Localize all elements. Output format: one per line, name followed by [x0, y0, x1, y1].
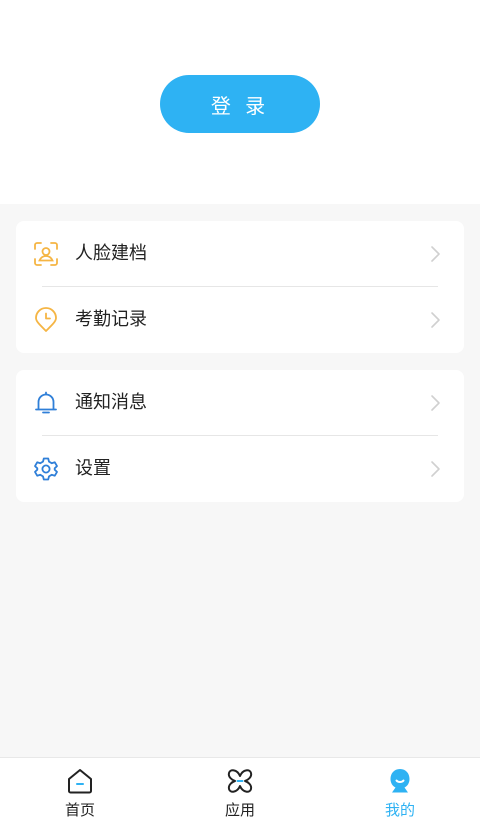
home-icon — [66, 767, 94, 795]
tab-home[interactable]: 首页 — [0, 758, 160, 825]
menu-item-face-profile[interactable]: 人脸建档 — [16, 221, 464, 287]
menu-item-notifications[interactable]: 通知消息 — [16, 370, 464, 436]
gear-icon — [33, 456, 59, 482]
menu-item-label: 考勤记录 — [75, 309, 147, 330]
bell-icon — [33, 390, 59, 416]
clock-icon — [33, 307, 59, 333]
face-profile-icon — [33, 241, 59, 267]
menu-item-label: 设置 — [75, 458, 111, 479]
menu-item-label: 人脸建档 — [75, 243, 147, 264]
bottom-tab-bar: 首页 应用 我的 — [0, 757, 480, 825]
tab-label: 首页 — [64, 801, 95, 819]
chevron-right-icon — [428, 245, 442, 263]
profile-icon — [386, 767, 414, 795]
menu-card-system: 通知消息 设置 — [16, 370, 464, 502]
menu-card-attendance: 人脸建档 考勤记录 — [16, 221, 464, 353]
menu-item-label: 通知消息 — [75, 392, 147, 413]
menu-item-attendance-record[interactable]: 考勤记录 — [16, 287, 464, 353]
tab-mine[interactable]: 我的 — [320, 758, 480, 825]
tab-label: 应用 — [224, 801, 255, 819]
tab-apps[interactable]: 应用 — [160, 758, 320, 825]
chevron-right-icon — [428, 311, 442, 329]
tab-label: 我的 — [384, 801, 415, 819]
chevron-right-icon — [428, 460, 442, 478]
apps-icon — [226, 767, 254, 795]
chevron-right-icon — [428, 394, 442, 412]
menu-item-settings[interactable]: 设置 — [16, 436, 464, 502]
login-button[interactable]: 登 录 — [160, 75, 320, 133]
header-area: 登 录 — [0, 0, 480, 204]
